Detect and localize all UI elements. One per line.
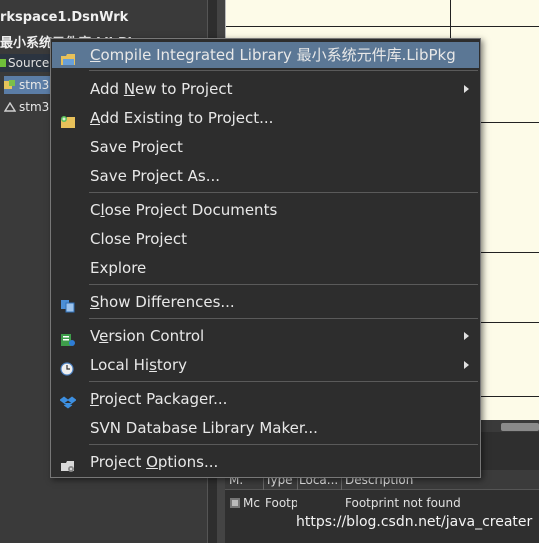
options-icon xyxy=(60,455,76,472)
menu-separator xyxy=(89,444,478,445)
row-col1: Mc xyxy=(243,496,260,510)
menu-item-label: Add New to Project xyxy=(90,80,233,98)
source-label: Source xyxy=(8,56,50,70)
differences-icon xyxy=(60,295,76,313)
menu-item-local-history[interactable]: Local History xyxy=(52,352,479,378)
menu-item-label: Save Project As... xyxy=(90,167,221,185)
table-row[interactable]: Mc Footp Footprint not found xyxy=(225,494,539,512)
submenu-arrow-icon xyxy=(464,85,469,93)
menu-item-compile-integrated-library[interactable]: Compile Integrated Library 最小系统元件库.LibPk… xyxy=(52,42,479,68)
menu-item-label: Explore xyxy=(90,259,147,277)
submenu-arrow-icon xyxy=(464,332,469,340)
menu-separator xyxy=(89,381,478,382)
menu-item-label: Compile Integrated Library 最小系统元件库.LibPk… xyxy=(90,46,456,64)
schlib-icon xyxy=(4,77,16,89)
menu-item-label: Close Project xyxy=(90,230,187,248)
menu-item-save-project[interactable]: Save Project xyxy=(52,134,479,160)
menu-item-label: Project Options... xyxy=(90,453,219,471)
menu-item-show-differences[interactable]: Show Differences... xyxy=(52,289,479,315)
menu-item-label: Local History xyxy=(90,356,188,374)
pcblib-icon xyxy=(4,99,17,112)
menu-item-explore[interactable]: Explore xyxy=(52,255,479,281)
tree-item-label: stm32 xyxy=(19,100,52,114)
menu-item-close-project-documents[interactable]: Close Project Documents xyxy=(52,197,479,223)
tree-item-label: stm32 xyxy=(19,78,52,92)
compile-icon xyxy=(60,48,76,65)
menu-item-save-project-as[interactable]: Save Project As... xyxy=(52,163,479,189)
row-description: Footprint not found xyxy=(345,496,461,510)
horizontal-scrollbar[interactable] xyxy=(501,423,539,431)
folder-icon xyxy=(0,59,6,67)
add-existing-icon xyxy=(60,111,76,128)
error-icon xyxy=(229,497,243,509)
menu-item-label: Show Differences... xyxy=(90,293,235,311)
menu-item-label: Add Existing to Project... xyxy=(90,109,274,127)
workspace-title[interactable]: rkspace1.DsnWrk xyxy=(0,10,128,25)
source-documents-folder[interactable]: Source xyxy=(0,54,52,72)
packager-icon xyxy=(59,392,77,409)
menu-separator xyxy=(89,318,478,319)
grid-line xyxy=(226,26,539,27)
menu-item-version-control[interactable]: Version Control xyxy=(52,323,479,349)
history-icon xyxy=(60,358,76,376)
watermark: https://blog.csdn.net/java_creater xyxy=(296,514,533,530)
menu-item-project-options[interactable]: Project Options... xyxy=(52,449,479,475)
submenu-arrow-icon xyxy=(464,361,469,369)
tree-item-stm32[interactable]: stm32 xyxy=(4,98,52,116)
menu-item-project-packager[interactable]: Project Packager... xyxy=(52,386,479,412)
menu-item-add-new-to-project[interactable]: Add New to Project xyxy=(52,76,479,102)
menu-separator xyxy=(89,284,478,285)
menu-separator xyxy=(89,192,478,193)
menu-item-label: Close Project Documents xyxy=(90,201,278,219)
menu-separator xyxy=(89,70,478,71)
menu-item-add-existing-to-project[interactable]: Add Existing to Project... xyxy=(52,105,479,131)
menu-item-label: Version Control xyxy=(90,327,205,345)
menu-item-svn-database-library-maker[interactable]: SVN Database Library Maker... xyxy=(52,415,479,441)
row-type: Footp xyxy=(265,496,297,510)
tree-item-stm32-selected[interactable]: stm32 xyxy=(4,76,52,94)
menu-item-label: Project Packager... xyxy=(90,390,228,408)
menu-item-close-project[interactable]: Close Project xyxy=(52,226,479,252)
context-menu: Compile Integrated Library 最小系统元件库.LibPk… xyxy=(50,38,481,478)
menu-item-label: SVN Database Library Maker... xyxy=(90,419,318,437)
version-control-icon xyxy=(60,329,76,346)
menu-item-label: Save Project xyxy=(90,138,183,156)
